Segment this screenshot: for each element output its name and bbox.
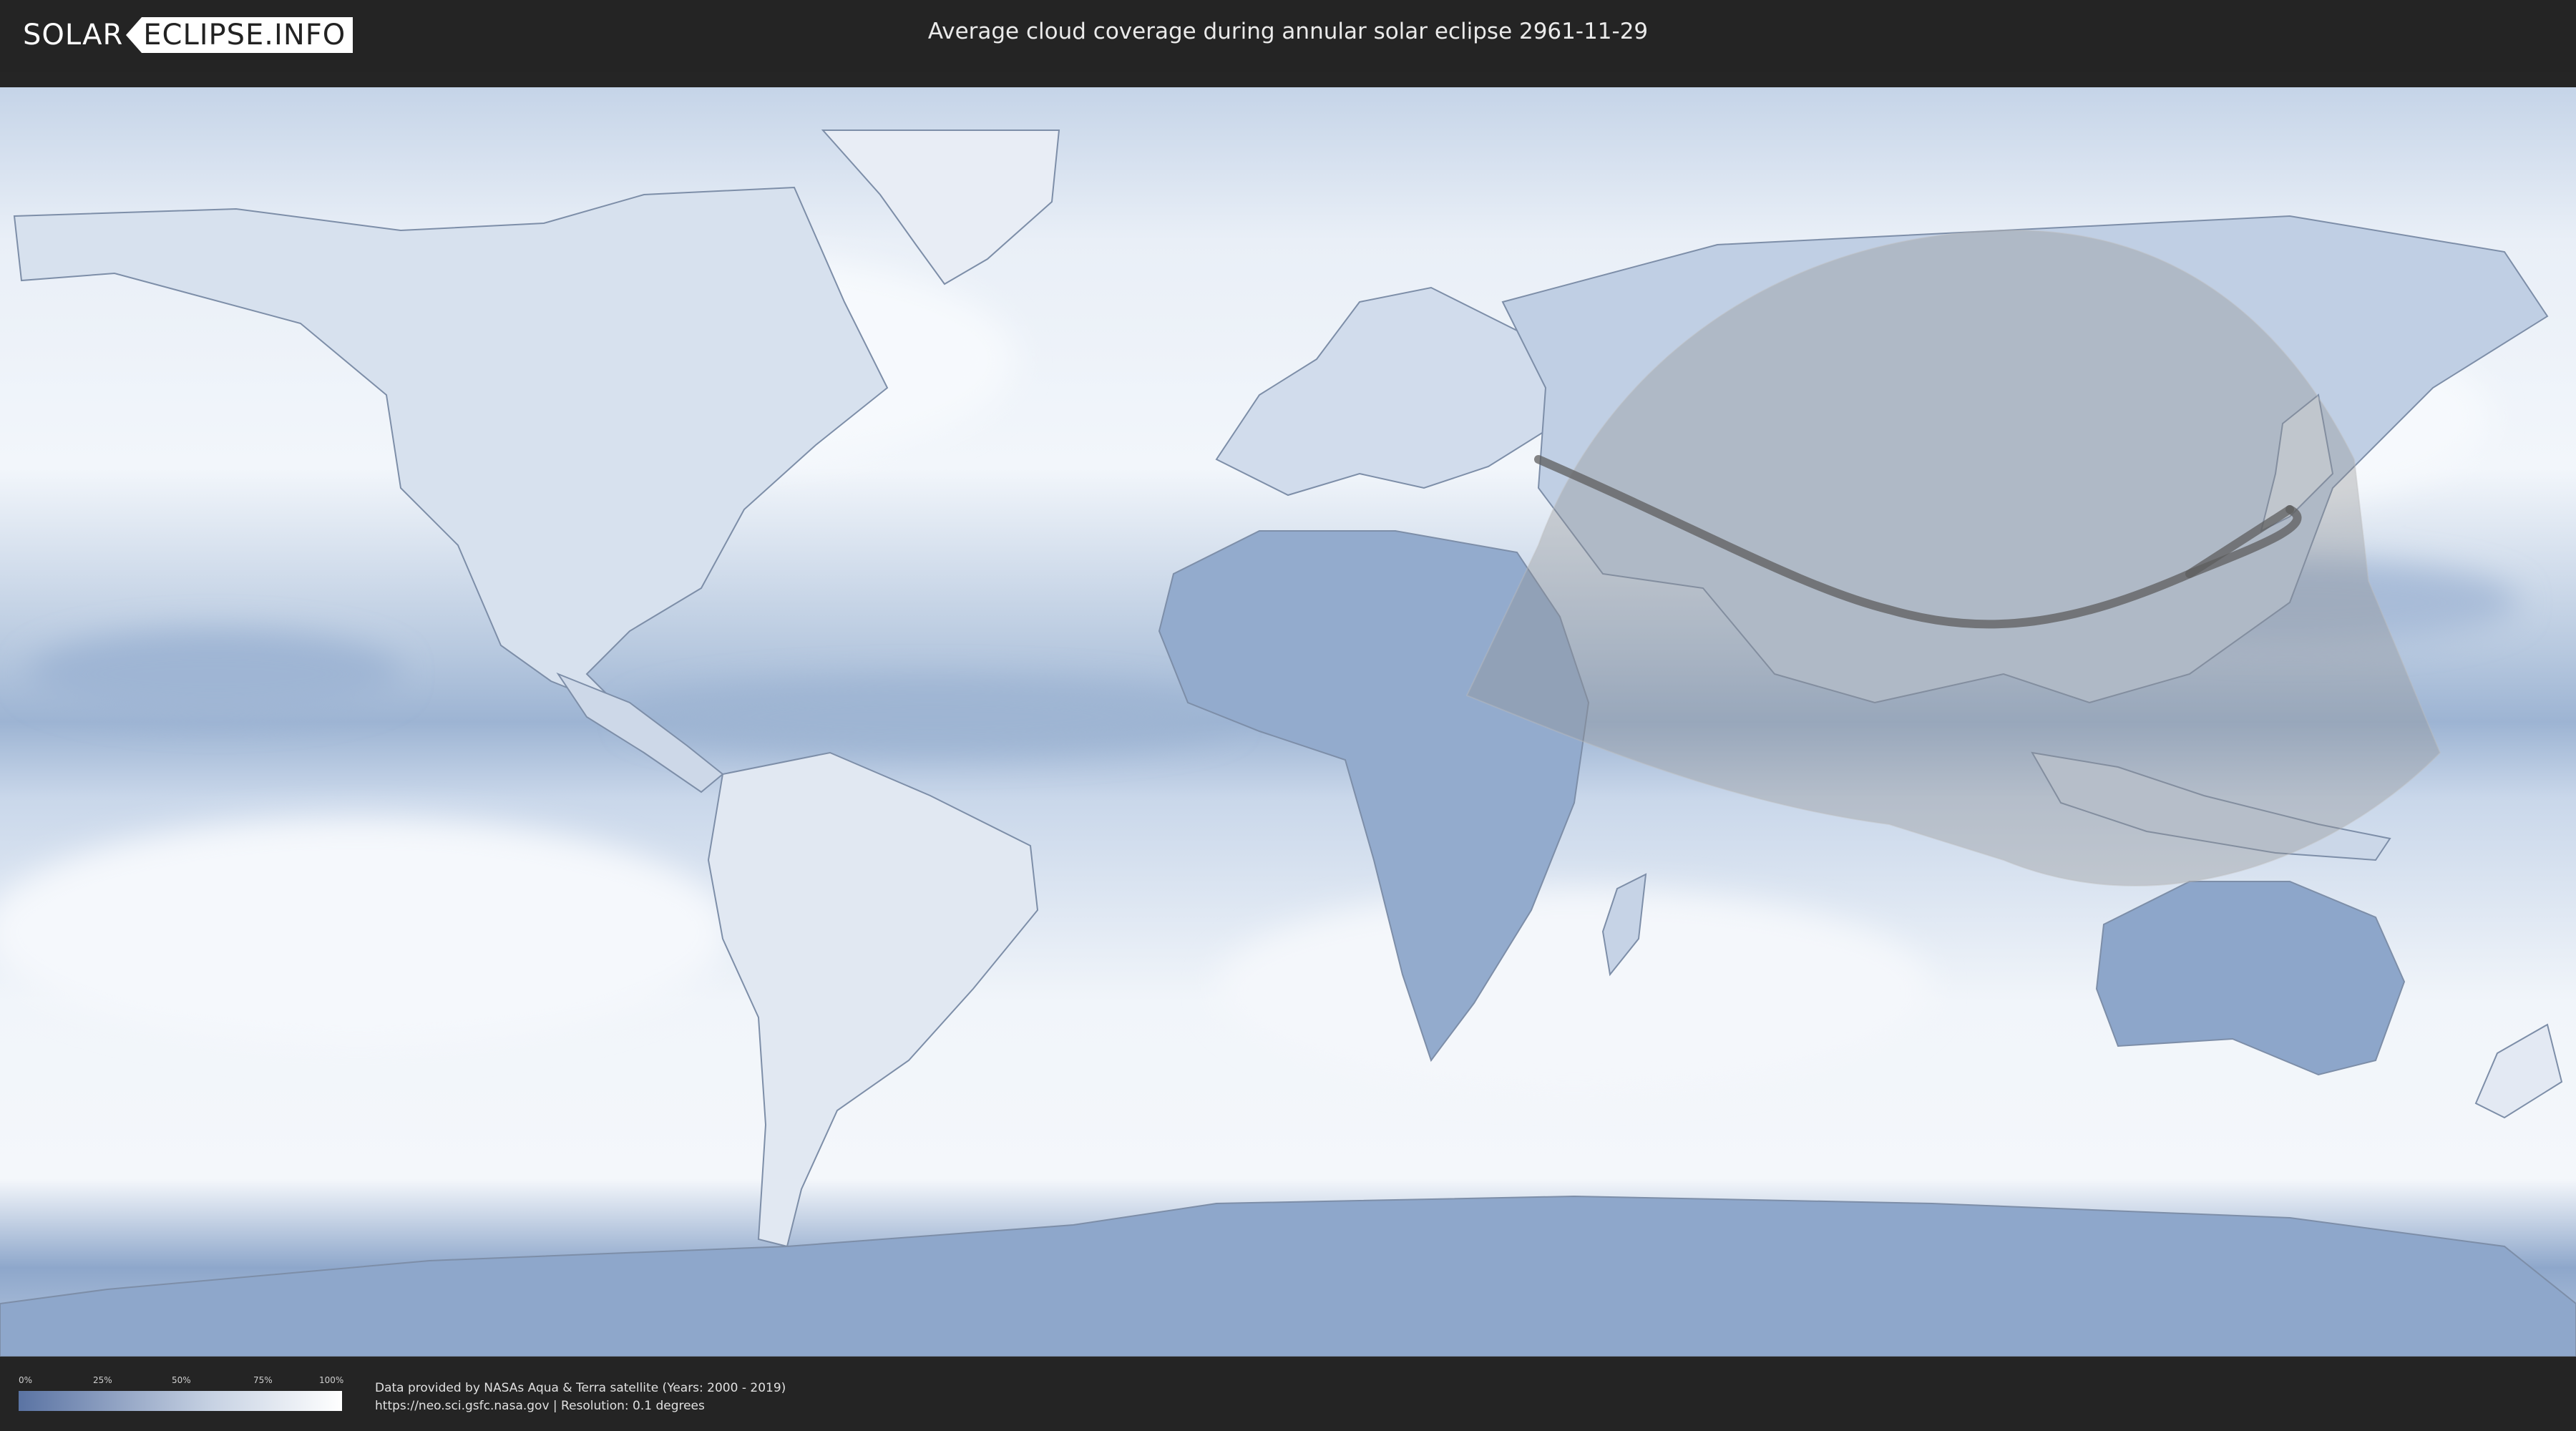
credits-line-2[interactable]: https://neo.sci.gsfc.nasa.gov | Resoluti… [375, 1397, 786, 1415]
credits-line-1: Data provided by NASAs Aqua & Terra sate… [375, 1381, 786, 1395]
legend-tick: 50% [172, 1375, 191, 1385]
page-title: Average cloud coverage during annular so… [927, 19, 1649, 44]
data-credits: Data provided by NASAs Aqua & Terra sate… [375, 1379, 786, 1415]
cloud-legend: 0% 25% 50% 75% 100% [19, 1375, 344, 1411]
legend-tick: 0% [19, 1375, 33, 1385]
legend-tick: 25% [93, 1375, 112, 1385]
cloud-map [0, 87, 2576, 1357]
legend-ticks: 0% 25% 50% 75% 100% [19, 1375, 344, 1390]
legend-tick: 100% [319, 1375, 344, 1385]
header-bar: SOLAR ECLIPSE.INFO Average cloud coverag… [0, 0, 2576, 72]
legend-tick: 75% [253, 1375, 273, 1385]
map-canvas [0, 87, 2576, 1357]
legend-color-bar [19, 1391, 342, 1411]
